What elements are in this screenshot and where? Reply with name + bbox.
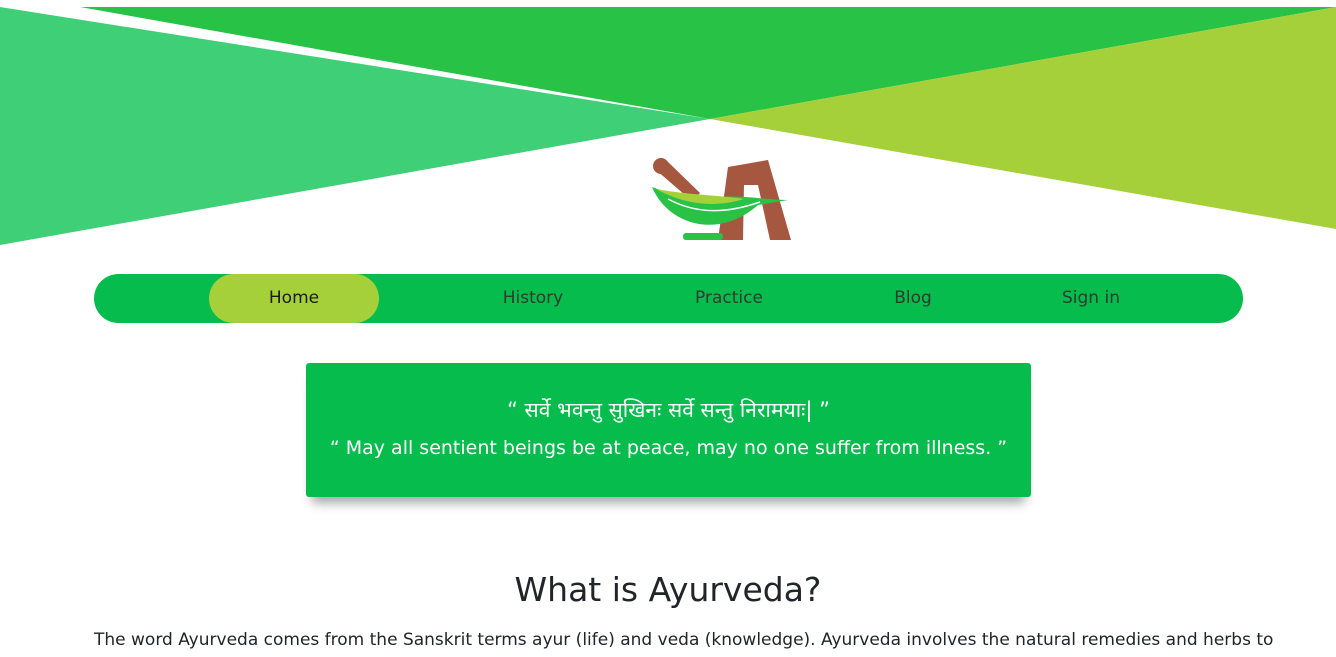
page: Home History Practice Blog Sign in “ सर्… [0,0,1336,657]
nav-item-history[interactable]: History [468,274,598,323]
logo-bowl-base [683,233,723,240]
quote-card: “ सर्वे भवन्तु सुखिनः सर्वे सन्तु निरामय… [306,363,1031,497]
quote-english-text: “ May all sentient beings be at peace, m… [329,437,1008,459]
section-heading: What is Ayurveda? [514,570,822,609]
section-paragraph: The word Ayurveda comes from the Sanskri… [94,630,1274,650]
mortar-pestle-leaf-logo-icon[interactable] [648,155,794,243]
nav-item-home[interactable]: Home [209,274,379,323]
nav-item-blog[interactable]: Blog [848,274,978,323]
quote-sanskrit-text: “ सर्वे भवन्तु सुखिनः सर्वे सन्तु निरामय… [506,398,831,422]
nav-item-practice[interactable]: Practice [664,274,794,323]
main-nav: Home History Practice Blog Sign in [94,274,1243,323]
nav-item-sign-in[interactable]: Sign in [1026,274,1156,323]
